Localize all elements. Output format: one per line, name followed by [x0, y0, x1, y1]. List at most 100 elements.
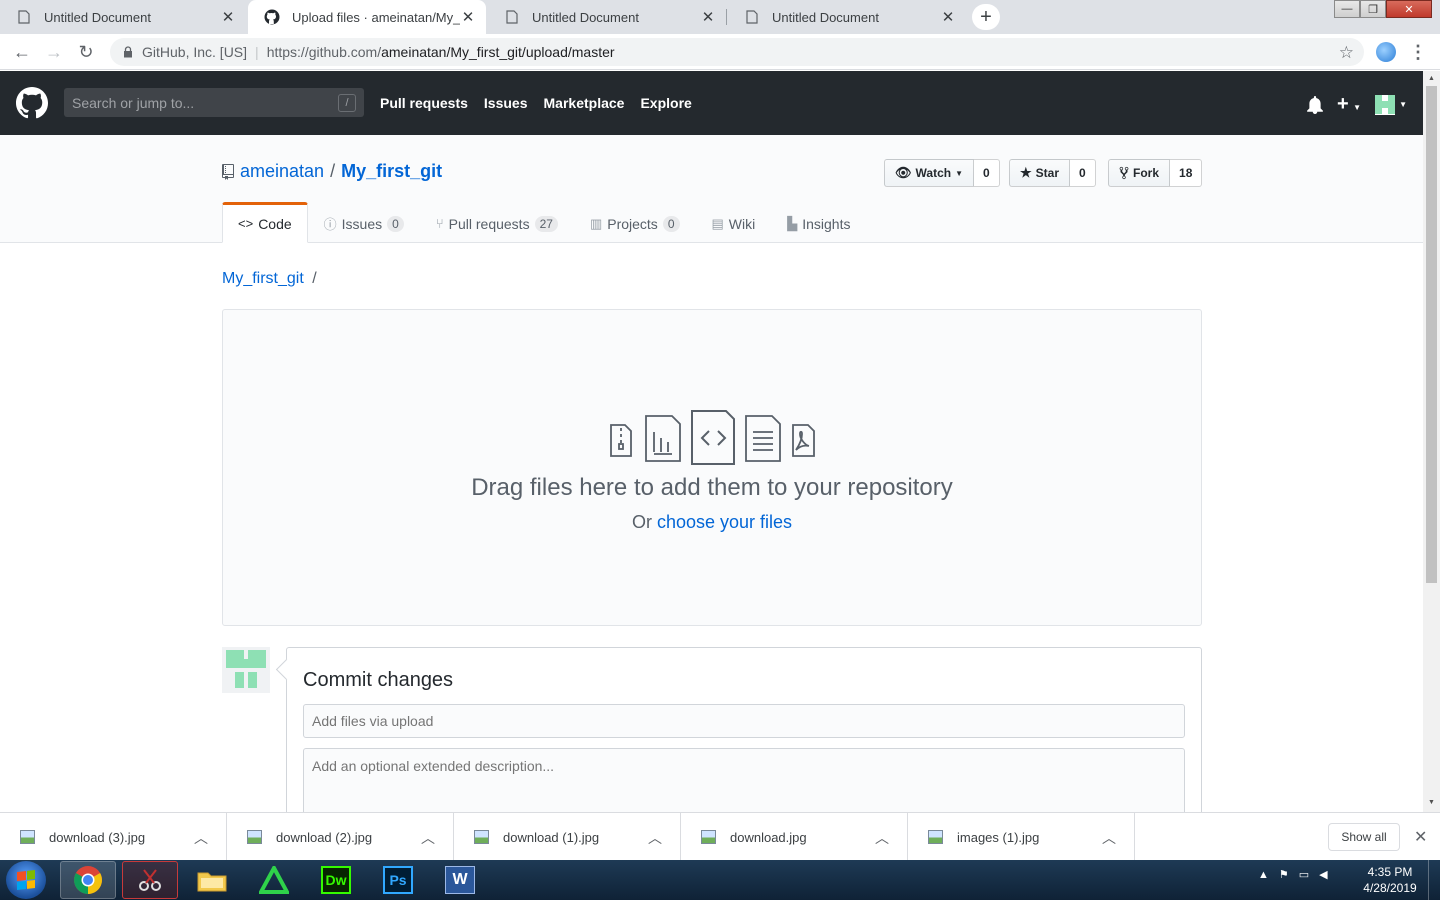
network-icon[interactable]: ▭ — [1299, 868, 1309, 881]
close-icon[interactable]: ✕ — [220, 9, 236, 26]
close-icon[interactable]: ✕ — [1414, 827, 1427, 847]
notifications-bell-icon[interactable] — [1307, 95, 1323, 114]
download-item[interactable]: download (3).jpg ︿ — [0, 813, 227, 861]
pull-requests-counter: 27 — [534, 215, 558, 232]
repo-name-link[interactable]: My_first_git — [341, 161, 442, 182]
pdf-file-icon — [792, 424, 815, 457]
nav-explore[interactable]: Explore — [640, 95, 691, 111]
omnibox-divider: | — [255, 44, 259, 60]
window-close-button[interactable]: ✕ — [1386, 0, 1432, 18]
issue-icon: ⓘ — [323, 217, 337, 232]
download-item[interactable]: images (1).jpg ︿ — [908, 813, 1135, 861]
close-icon[interactable]: ✕ — [940, 9, 956, 26]
bookmark-star-icon[interactable]: ☆ — [1339, 43, 1354, 63]
tab-projects[interactable]: ▥ Projects 0 — [574, 202, 696, 243]
taskbar-clock[interactable]: 4:35 PM 4/28/2019 — [1360, 864, 1420, 896]
extension-icon[interactable] — [1376, 42, 1396, 62]
action-center-flag-icon[interactable]: ⚑ — [1279, 868, 1289, 881]
photoshop-icon[interactable]: Ps — [370, 861, 426, 899]
show-hidden-icons-icon[interactable]: ▲ — [1258, 869, 1269, 881]
scroll-up-arrow-icon[interactable]: ▲ — [1426, 72, 1437, 84]
word-icon[interactable]: W — [432, 861, 488, 899]
watch-button[interactable]: 👁 Watch ▼ — [884, 159, 974, 187]
scrollbar-thumb[interactable] — [1426, 86, 1437, 583]
browser-tab-1[interactable]: Untitled Document ✕ — [0, 0, 246, 34]
address-bar[interactable]: GitHub, Inc. [US] | https://github.com/a… — [110, 38, 1364, 66]
chevron-up-icon[interactable]: ︿ — [194, 828, 208, 848]
chevron-up-icon[interactable]: ︿ — [875, 828, 889, 848]
repo-owner-link[interactable]: ameinatan — [240, 161, 324, 182]
close-icon[interactable]: ✕ — [700, 9, 716, 26]
github-icon — [264, 9, 280, 25]
minimize-button[interactable]: — — [1334, 0, 1360, 18]
download-item[interactable]: download (1).jpg ︿ — [454, 813, 681, 861]
nav-issues[interactable]: Issues — [484, 95, 528, 111]
tab-code[interactable]: <> Code — [222, 202, 308, 243]
file-explorer-icon[interactable] — [184, 861, 240, 899]
scroll-down-arrow-icon[interactable]: ▼ — [1426, 796, 1437, 808]
tab-title: Untitled Document — [44, 9, 151, 25]
show-all-downloads-button[interactable]: Show all — [1328, 823, 1400, 851]
close-icon[interactable]: ✕ — [460, 9, 476, 26]
avatar — [222, 647, 270, 693]
fork-count[interactable]: 18 — [1170, 159, 1203, 187]
book-icon: ▤ — [711, 215, 724, 231]
tab-wiki[interactable]: ▤ Wiki — [696, 202, 772, 243]
fork-button[interactable]: Fork — [1108, 159, 1171, 187]
github-logo-icon[interactable] — [16, 87, 48, 119]
dreamweaver-icon[interactable]: Dw — [308, 861, 364, 899]
autocad-icon[interactable] — [246, 861, 302, 899]
forward-arrow-icon[interactable]: → — [42, 41, 66, 63]
file-type-icons — [610, 410, 815, 465]
breadcrumb-repo-link[interactable]: My_first_git — [222, 270, 304, 287]
browser-menu-icon[interactable]: ⋮ — [1409, 40, 1427, 64]
star-count[interactable]: 0 — [1070, 159, 1096, 187]
watch-count[interactable]: 0 — [974, 159, 1000, 187]
header-nav: Pull requests Issues Marketplace Explore — [380, 95, 692, 111]
image-file-icon — [701, 830, 716, 844]
chevron-up-icon[interactable]: ︿ — [1102, 828, 1116, 848]
tab-pull-requests[interactable]: ⑂ Pull requests 27 — [420, 202, 574, 243]
choose-files-link[interactable]: choose your files — [657, 512, 792, 532]
drop-zone-title: Drag files here to add them to your repo… — [471, 474, 953, 501]
chrome-icon[interactable] — [60, 861, 116, 899]
create-new-dropdown[interactable]: + ▼ — [1337, 93, 1361, 116]
browser-tab-3[interactable]: Untitled Document ✕ — [488, 0, 727, 34]
reload-icon[interactable]: ↻ — [74, 41, 98, 63]
commit-summary-input[interactable] — [303, 704, 1185, 738]
nav-marketplace[interactable]: Marketplace — [544, 95, 625, 111]
commit-form: Commit changes — [286, 647, 1202, 828]
download-item[interactable]: download (2).jpg ︿ — [227, 813, 454, 861]
chevron-down-icon: ▼ — [955, 168, 963, 178]
chrome-logo — [74, 866, 102, 894]
show-desktop-button[interactable] — [1428, 860, 1440, 900]
browser-tab-4[interactable]: Untitled Document ✕ — [728, 0, 966, 34]
user-menu[interactable]: ▼ — [1375, 94, 1407, 115]
tab-insights[interactable]: ▙ Insights — [771, 202, 866, 243]
back-arrow-icon[interactable]: ← — [10, 41, 34, 63]
browser-tab-2[interactable]: Upload files · ameinatan/My_first ✕ — [248, 0, 486, 34]
tab-issues[interactable]: ⓘ Issues 0 — [308, 202, 420, 243]
nav-pull-requests[interactable]: Pull requests — [380, 95, 468, 111]
plus-icon: + — [1337, 93, 1349, 115]
search-input[interactable]: Search or jump to... / — [64, 88, 364, 117]
new-tab-button[interactable]: + — [972, 4, 1000, 30]
restore-button[interactable]: ❐ — [1360, 0, 1386, 18]
window-controls: — ❐ ✕ — [1334, 0, 1432, 20]
star-button[interactable]: ★ Star — [1009, 159, 1070, 187]
star-group: ★ Star 0 — [1009, 159, 1096, 187]
image-file-icon — [474, 830, 489, 844]
chevron-down-icon: ▼ — [1399, 100, 1407, 109]
start-button[interactable] — [6, 861, 46, 899]
graph-icon: ▙ — [787, 215, 798, 231]
watch-group: 👁 Watch ▼ 0 — [884, 159, 1000, 187]
pull-request-icon: ⑂ — [435, 216, 444, 231]
chevron-up-icon[interactable]: ︿ — [648, 828, 662, 848]
document-icon — [744, 9, 760, 25]
snipping-tool-icon[interactable] — [122, 861, 178, 899]
browser-toolbar: ← → ↻ GitHub, Inc. [US] | https://github… — [0, 34, 1440, 70]
volume-icon[interactable]: ◀ — [1319, 868, 1327, 881]
download-item[interactable]: download.jpg ︿ — [681, 813, 908, 861]
chevron-up-icon[interactable]: ︿ — [421, 828, 435, 848]
file-drop-zone[interactable]: Drag files here to add them to your repo… — [222, 309, 1202, 626]
